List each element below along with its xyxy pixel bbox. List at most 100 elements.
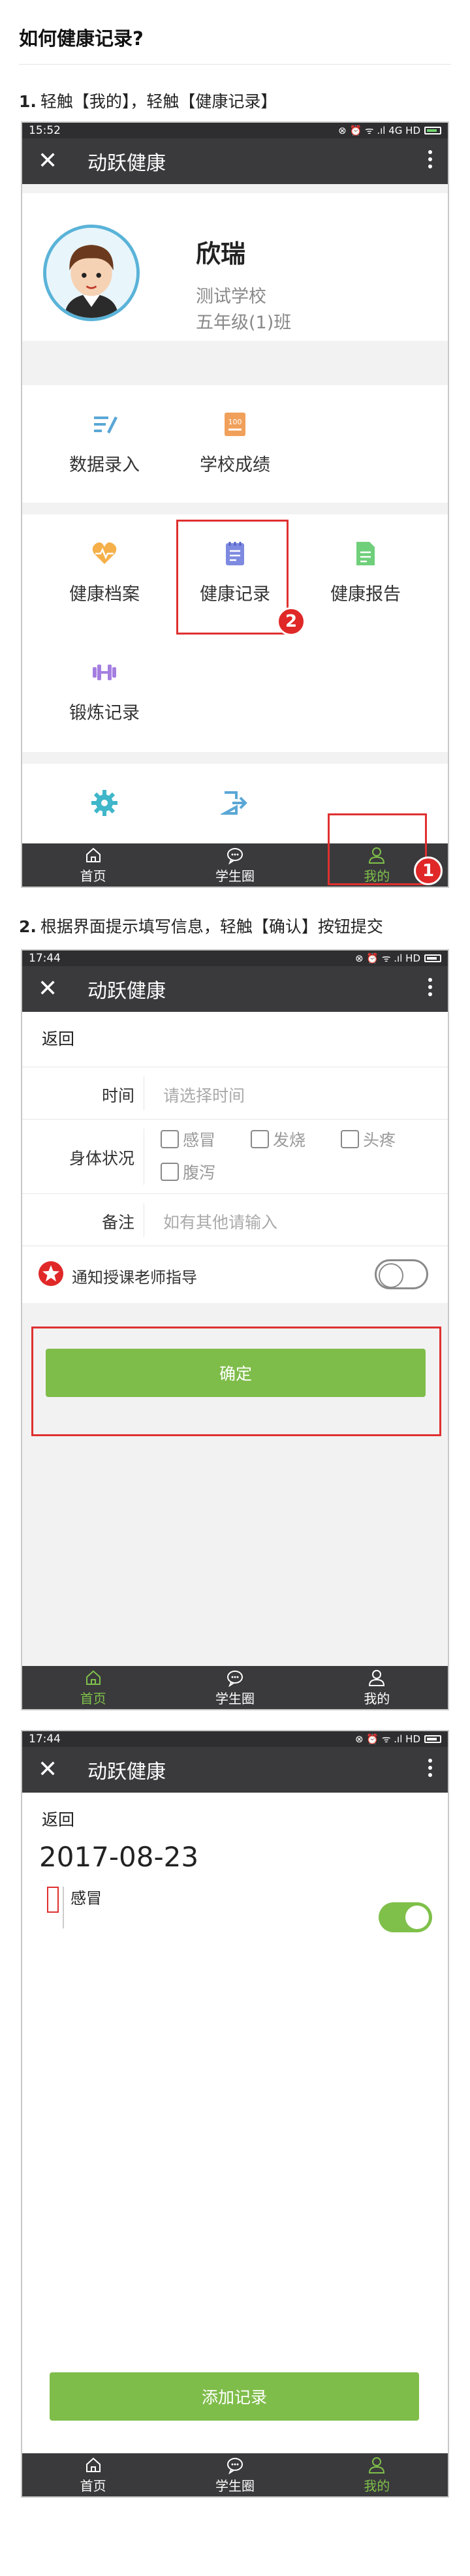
app-nav-bar: ✕ 动跃健康 — [22, 1747, 448, 1793]
grid-item-exercise-record[interactable]: 锻炼记录 — [39, 658, 170, 724]
status-icons: ⊗ ⏰ ᯤ .ıl HD — [355, 1733, 420, 1745]
step2-text: 根据界面提示填写信息，轻触【确认】按钮提交 — [40, 917, 383, 936]
data-entry-icon — [94, 416, 118, 433]
checkbox-box — [341, 1130, 359, 1148]
close-icon[interactable]: ✕ — [38, 977, 64, 1001]
tab-label: 首页 — [80, 1690, 106, 1706]
checkbox-label: 感冒 — [183, 1131, 216, 1150]
tab-home[interactable]: 首页 — [22, 1666, 164, 1709]
note-input[interactable]: 如有其他请输入 — [163, 1210, 277, 1233]
chat-icon — [227, 1670, 243, 1687]
tab-label: 学生圈 — [215, 2477, 255, 2494]
heart-icon — [92, 542, 117, 564]
battery-icon — [424, 127, 441, 134]
more-menu-icon[interactable] — [428, 150, 432, 168]
tab-label: 学生圈 — [215, 868, 255, 884]
status-time: 15:52 — [29, 124, 61, 137]
app-title: 动跃健康 — [87, 981, 166, 1002]
battery-icon — [424, 954, 441, 962]
home-icon — [86, 2457, 101, 2472]
checkbox-fever[interactable]: 发烧 — [251, 1127, 306, 1151]
record-timeline — [63, 1887, 64, 1928]
tab-student-circle[interactable]: 学生圈 — [164, 843, 306, 887]
tab-mine[interactable]: 我的 — [306, 2453, 448, 2496]
grid-item-label: 学校成绩 — [200, 455, 270, 475]
tab-label: 首页 — [80, 2477, 106, 2494]
grid-item-data-entry[interactable]: 数据录入 — [39, 410, 170, 476]
checkbox-box — [161, 1163, 179, 1181]
grid-item-logout[interactable] — [170, 789, 300, 829]
record-toggle[interactable] — [379, 1902, 432, 1932]
checkbox-box — [251, 1130, 269, 1148]
grid-item-settings[interactable] — [39, 789, 170, 829]
tab-mine[interactable]: 我的 — [306, 1666, 448, 1709]
grid-item-school-score[interactable]: 100 学校成绩 — [170, 410, 300, 476]
notify-label: 通知授课老师指导 — [72, 1268, 197, 1287]
chat-icon — [227, 847, 243, 864]
checkbox-label: 头疼 — [363, 1131, 396, 1150]
tab-label: 首页 — [80, 868, 106, 884]
close-icon[interactable]: ✕ — [38, 1758, 64, 1782]
grid-item-health-archive[interactable]: 健康档案 — [39, 539, 170, 605]
status-time: 17:44 — [29, 1733, 61, 1746]
screen-health-form: 17:44 ⊗ ⏰ ᯤ .ıl HD ✕ 动跃健康 返回 时间 请选择时间 身体… — [21, 949, 449, 1710]
step2-number: 2. — [19, 917, 37, 936]
tab-home[interactable]: 首页 — [22, 2453, 164, 2496]
tab-student-circle[interactable]: 学生圈 — [164, 2453, 306, 2496]
back-link[interactable]: 返回 — [42, 1807, 74, 1830]
star-badge-icon — [39, 1261, 63, 1286]
grid-item-label: 数据录入 — [69, 455, 140, 475]
step-badge-2: 2 — [277, 607, 306, 636]
form-row-condition: 身体状况 感冒 发烧 头疼 腹泻 — [22, 1119, 448, 1193]
score-icon: 100 — [225, 413, 245, 436]
report-icon — [356, 542, 375, 565]
grid-item-label: 健康报告 — [330, 584, 401, 605]
highlight-tab-mine — [328, 813, 427, 885]
gear-icon — [91, 790, 118, 816]
checkbox-box — [161, 1130, 179, 1148]
tab-label: 学生圈 — [215, 1690, 255, 1706]
app-nav-bar: ✕ 动跃健康 — [22, 138, 448, 184]
notify-toggle[interactable] — [375, 1259, 428, 1289]
close-icon[interactable]: ✕ — [38, 149, 64, 173]
more-menu-icon[interactable] — [428, 978, 432, 996]
checkbox-headache[interactable]: 头疼 — [341, 1127, 396, 1151]
grid-item-health-report[interactable]: 健康报告 — [300, 539, 431, 605]
tab-student-circle[interactable]: 学生圈 — [164, 1666, 306, 1709]
title-divider — [19, 64, 451, 65]
time-picker[interactable]: 请选择时间 — [163, 1083, 245, 1107]
dumbbell-icon — [93, 665, 116, 680]
tab-home[interactable]: 首页 — [22, 843, 164, 887]
form-row-note: 备注 如有其他请输入 — [22, 1193, 448, 1246]
confirm-button[interactable]: 确定 — [46, 1349, 426, 1397]
profile-card[interactable]: 欣瑞 测试学校 五年级(1)班 — [22, 193, 448, 341]
status-time: 17:44 — [29, 952, 61, 965]
profile-school: 测试学校 — [196, 287, 266, 307]
step-badge-1: 1 — [414, 856, 443, 885]
status-icons: ⊗ ⏰ ᯤ .ıl 4G HD — [338, 125, 420, 136]
form-row-time: 时间 请选择时间 — [22, 1067, 448, 1119]
tab-bar: 首页 学生圈 我的 — [22, 2453, 448, 2496]
tab-bar: 首页 学生圈 我的 — [22, 1666, 448, 1709]
grid-item-label: 锻炼记录 — [69, 703, 140, 723]
checkbox-diarrhea[interactable]: 腹泻 — [161, 1160, 215, 1184]
more-menu-icon[interactable] — [428, 1759, 432, 1777]
home-icon — [86, 847, 101, 862]
logout-icon — [221, 791, 247, 815]
avatar — [43, 225, 140, 321]
condition-label: 身体状况 — [69, 1149, 134, 1168]
record-item: 感冒 — [70, 1889, 102, 1908]
profile-class: 五年级(1)班 — [196, 313, 292, 333]
app-nav-bar: ✕ 动跃健康 — [22, 966, 448, 1012]
add-record-button[interactable]: 添加记录 — [50, 2372, 419, 2421]
time-label: 时间 — [101, 1086, 134, 1105]
checkbox-cold[interactable]: 感冒 — [161, 1127, 215, 1151]
highlight-health-record — [176, 520, 289, 635]
note-label: 备注 — [101, 1213, 134, 1232]
step1-text: 轻触【我的】，轻触【健康记录】 — [40, 92, 277, 111]
back-link[interactable]: 返回 — [42, 1026, 74, 1050]
page-title: 如何健康记录? — [19, 27, 144, 50]
checkbox-label: 发烧 — [273, 1131, 306, 1150]
step1-number: 1. — [19, 92, 37, 111]
tab-label: 我的 — [364, 1690, 390, 1706]
